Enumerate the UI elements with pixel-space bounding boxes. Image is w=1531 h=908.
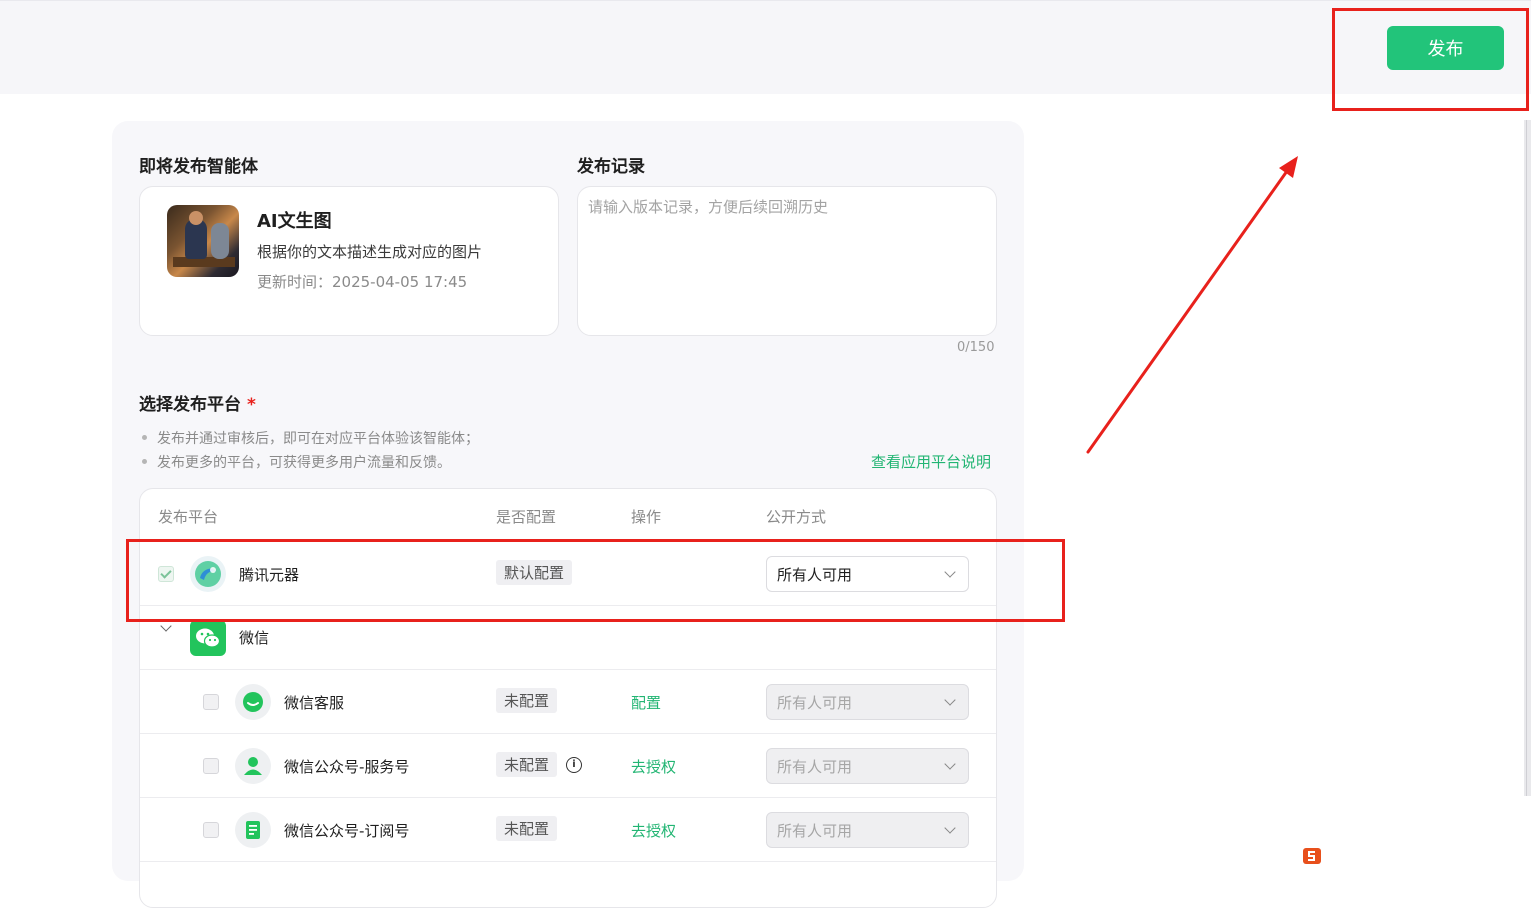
platform-name: 微信客服 xyxy=(284,694,345,712)
authorize-link[interactable]: 去授权 xyxy=(631,820,676,841)
platform-group-name: 微信 xyxy=(239,629,270,647)
agent-description: 根据你的文本描述生成对应的图片 xyxy=(257,243,483,261)
info-icon[interactable]: i xyxy=(566,757,582,773)
publish-panel: 即将发布智能体 发布记录 AI文生图 根据你的文本描述生成对应的图片 更新时间：… xyxy=(112,121,1024,908)
visibility-select[interactable]: 所有人可用 xyxy=(766,684,969,720)
record-section-title: 发布记录 xyxy=(577,157,645,177)
official-account-subscription-icon xyxy=(235,812,271,848)
platform-help-link[interactable]: 查看应用平台说明 xyxy=(871,451,991,472)
table-row: 微信客服 未配置 配置 所有人可用 xyxy=(140,669,996,733)
config-status-badge: 未配置 xyxy=(496,816,558,841)
column-header-platform: 发布平台 xyxy=(158,508,219,526)
authorize-link[interactable]: 去授权 xyxy=(631,756,676,777)
version-record-input[interactable] xyxy=(577,186,997,336)
agent-updated-time: 更新时间：2025-04-05 17:45 xyxy=(257,273,468,291)
agent-avatar xyxy=(167,205,239,277)
column-header-visibility: 公开方式 xyxy=(766,508,827,526)
platform-section-title-text: 选择发布平台 xyxy=(139,395,241,415)
platform-name: 微信公众号-订阅号 xyxy=(284,822,410,840)
wechat-icon xyxy=(190,620,226,656)
ime-icon xyxy=(1303,848,1321,864)
visibility-select[interactable]: 所有人可用 xyxy=(766,748,969,784)
column-header-configured: 是否配置 xyxy=(496,508,557,526)
wechat-service-icon xyxy=(235,684,271,720)
chevron-down-icon xyxy=(944,758,956,770)
table-row xyxy=(140,861,996,907)
config-status-badge: 未配置 xyxy=(496,752,558,777)
platform-checkbox[interactable] xyxy=(203,694,219,710)
chevron-down-icon xyxy=(944,822,956,834)
visibility-select[interactable]: 所有人可用 xyxy=(766,812,969,848)
platform-section-title: 选择发布平台 * xyxy=(139,390,256,415)
annotation-arrow xyxy=(1086,156,1298,454)
column-header-action: 操作 xyxy=(631,508,662,526)
platform-checkbox[interactable] xyxy=(203,822,219,838)
agent-card: AI文生图 根据你的文本描述生成对应的图片 更新时间：2025-04-05 17… xyxy=(139,186,559,336)
configure-link[interactable]: 配置 xyxy=(631,692,661,713)
config-status-badge: 未配置 xyxy=(496,688,558,713)
note-item: 发布并通过审核后，即可在对应平台体验该智能体； xyxy=(142,428,479,448)
table-row: 微信公众号-服务号 未配置 i 去授权 所有人可用 xyxy=(140,733,996,797)
agent-section-title: 即将发布智能体 xyxy=(139,157,258,177)
note-item: 发布更多的平台，可获得更多用户流量和反馈。 xyxy=(142,452,451,472)
top-bar: 发布 xyxy=(0,0,1531,94)
scrollbar-thumb-edge xyxy=(1526,120,1527,796)
highlight-publish-button xyxy=(1332,8,1529,111)
table-row: 微信公众号-订阅号 未配置 去授权 所有人可用 xyxy=(140,797,996,861)
char-counter: 0/150 xyxy=(957,340,995,355)
official-account-service-icon xyxy=(235,748,271,784)
platform-name: 微信公众号-服务号 xyxy=(284,758,410,776)
required-mark: * xyxy=(247,395,256,415)
chevron-down-icon[interactable] xyxy=(160,620,172,632)
chevron-down-icon xyxy=(944,694,956,706)
agent-name: AI文生图 xyxy=(257,211,332,232)
highlight-yuanqi-row xyxy=(126,539,1065,622)
platform-checkbox[interactable] xyxy=(203,758,219,774)
